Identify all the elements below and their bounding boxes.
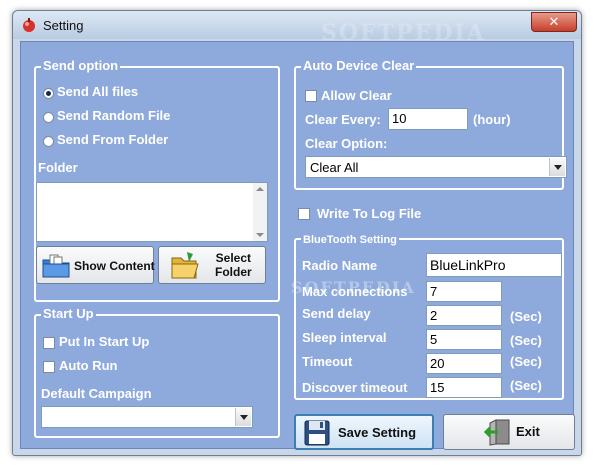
auto-run-checkbox[interactable] [43,361,55,373]
send-option-title: Send option [41,58,121,74]
bluetooth-setting-title: BlueTooth Setting [301,232,399,248]
clear-every-unit: (hour) [473,112,511,127]
title-bar[interactable]: Setting ✕ [13,11,581,39]
clear-every-label: Clear Every: [305,112,381,127]
window-title: Setting [43,18,84,33]
discover-timeout-input[interactable]: 15 [426,377,502,398]
default-campaign-select[interactable] [41,406,253,428]
select-folder-line2: Folder [215,265,252,279]
show-content-button[interactable]: Show Content [36,246,155,284]
auto-run-label[interactable]: Auto Run [59,358,117,373]
send-random-file-label[interactable]: Send Random File [57,108,170,123]
save-setting-button[interactable]: Save Setting [294,414,434,450]
settings-window: Setting ✕ SOFTPEDIA SOFTPEDIA Send optio… [12,10,582,456]
send-option-group: Send option Send All files Send Random F… [34,58,280,302]
app-icon [23,18,35,32]
clear-option-label: Clear Option: [305,136,388,151]
put-in-start-up-checkbox[interactable] [43,337,55,349]
sleep-interval-input[interactable]: 5 [426,329,502,350]
start-up-title: Start Up [41,306,96,322]
scroll-down-icon[interactable] [256,233,264,237]
bluetooth-setting-group: BlueTooth Setting Radio Name BlueLinkPro… [294,232,564,400]
put-in-start-up-label[interactable]: Put In Start Up [59,334,149,349]
clear-option-select[interactable]: Clear All [305,156,567,178]
clear-option-value: Clear All [310,160,359,175]
start-up-group: Start Up Put In Start Up Auto Run Defaul… [34,306,280,438]
max-connections-input[interactable]: 7 [426,281,502,302]
send-all-files-label[interactable]: Send All files [57,84,138,99]
send-all-files-radio[interactable] [43,88,54,99]
watermark-top: SOFTPEDIA [321,20,486,46]
scroll-up-icon[interactable] [256,187,264,191]
radio-name-input[interactable]: BlueLinkPro [426,253,562,277]
folder-label: Folder [38,160,78,175]
radio-name-label: Radio Name [302,258,378,273]
auto-device-clear-title: Auto Device Clear [301,58,417,74]
send-delay-input[interactable]: 2 [426,305,502,326]
sleep-interval-label: Sleep interval [302,330,387,345]
folder-list-scrollbar[interactable] [253,183,267,241]
send-delay-unit: (Sec) [510,309,542,324]
select-folder-label: Select Folder [215,251,252,279]
settings-panel: SOFTPEDIA SOFTPEDIA Send option Send All… [20,20,575,450]
show-content-label: Show Content [74,259,155,273]
allow-clear-checkbox[interactable] [305,90,317,102]
timeout-input[interactable]: 20 [426,353,502,374]
chevron-down-icon[interactable] [235,408,251,426]
select-folder-button[interactable]: Select Folder [158,246,266,284]
clear-every-input[interactable]: 10 [388,108,468,130]
exit-label: Exit [516,424,540,439]
folder-open-icon [171,252,199,279]
discover-timeout-unit: (Sec) [510,378,542,393]
sleep-interval-unit: (Sec) [510,333,542,348]
folder-list[interactable] [36,182,268,242]
close-button[interactable]: ✕ [531,12,577,32]
write-log-label[interactable]: Write To Log File [317,206,421,221]
send-from-folder-label[interactable]: Send From Folder [57,132,168,147]
auto-device-clear-group: Auto Device Clear Allow Clear Clear Ever… [294,58,567,190]
select-folder-line1: Select [215,251,252,265]
save-setting-label: Save Setting [338,425,417,440]
max-connections-label: Max connections [302,284,408,299]
exit-button[interactable]: Exit [443,414,575,450]
chevron-down-icon[interactable] [549,158,565,176]
folder-blue-icon [42,254,70,278]
allow-clear-label[interactable]: Allow Clear [321,88,392,103]
floppy-disk-icon [304,420,330,446]
close-icon: ✕ [548,14,560,29]
send-delay-label: Send delay [302,306,371,321]
discover-timeout-label: Discover timeout [302,380,408,395]
default-campaign-label: Default Campaign [41,386,152,401]
send-from-folder-radio[interactable] [43,136,54,147]
exit-door-icon [484,419,510,446]
send-random-file-radio[interactable] [43,112,54,123]
write-log-checkbox[interactable] [298,208,310,220]
timeout-unit: (Sec) [510,354,542,369]
timeout-label: Timeout [302,354,353,369]
